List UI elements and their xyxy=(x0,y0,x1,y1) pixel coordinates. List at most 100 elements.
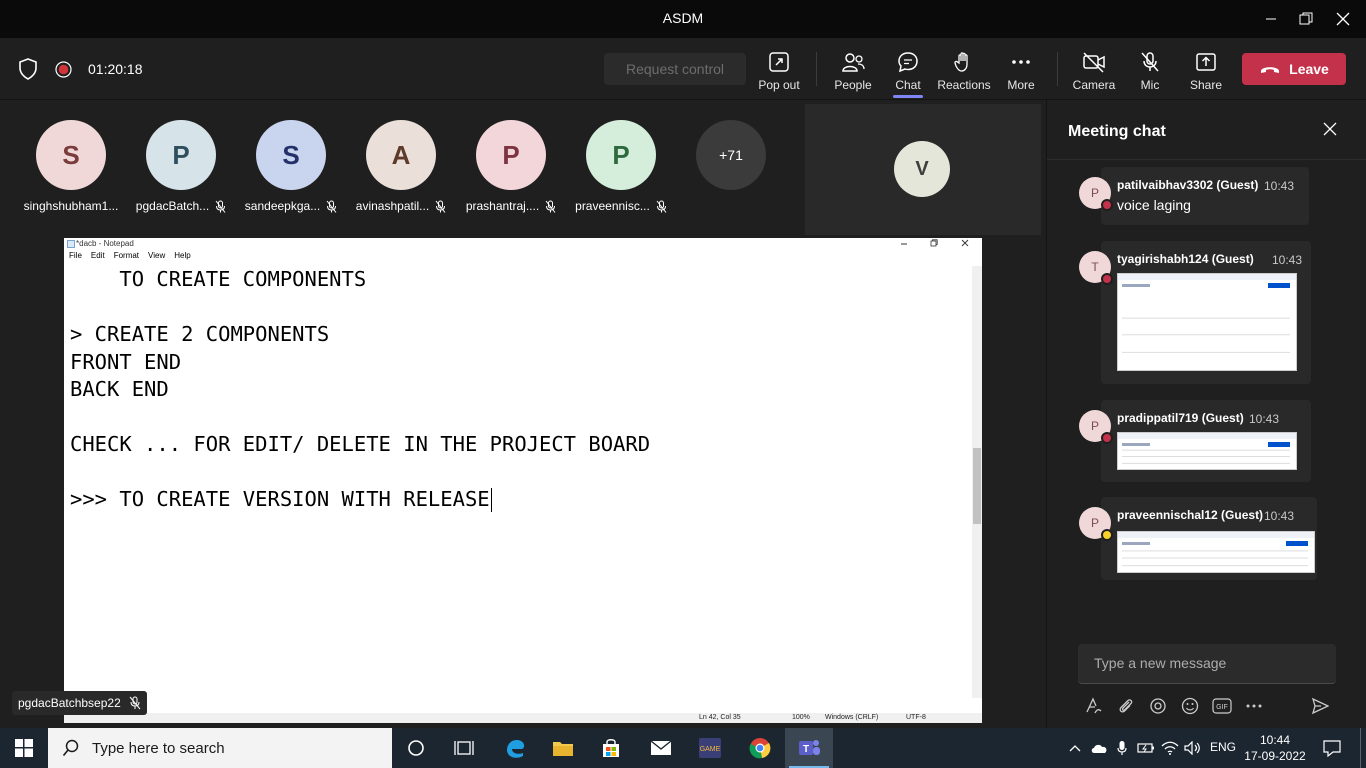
message-image[interactable] xyxy=(1117,531,1315,573)
notepad-menu-format: Format xyxy=(113,251,140,260)
notepad-line xyxy=(70,459,970,487)
camera-button[interactable]: Camera xyxy=(1066,38,1122,100)
message-image[interactable] xyxy=(1117,432,1297,470)
close-icon[interactable] xyxy=(1323,122,1337,136)
task-view-icon xyxy=(454,741,474,755)
chat-label: Chat xyxy=(895,78,921,92)
more-button[interactable]: More xyxy=(993,38,1049,100)
participant-name: singhshubham1... xyxy=(23,199,119,213)
store-app[interactable] xyxy=(587,728,635,768)
request-control-button[interactable]: Request control xyxy=(604,53,746,85)
meeting-timer: 01:20:18 xyxy=(88,61,143,77)
more-options-button[interactable] xyxy=(1243,695,1265,717)
cortana-button[interactable] xyxy=(392,728,440,768)
participant-name-row: pgdacBatch... xyxy=(129,199,233,213)
clock[interactable]: 10:44 17-09-2022 xyxy=(1244,732,1306,764)
edge-app[interactable] xyxy=(491,728,539,768)
teams-app[interactable]: T xyxy=(785,728,833,768)
windows-taskbar: Type here to search GAME T ENG 10:44 17-… xyxy=(0,728,1366,768)
participant-tile[interactable]: Ssandeepkga... xyxy=(239,120,343,213)
battery-tray[interactable] xyxy=(1136,738,1156,758)
participant-tile[interactable]: Ssinghshubham1... xyxy=(19,120,123,213)
onedrive-tray[interactable] xyxy=(1089,738,1109,758)
mic-button[interactable]: Mic xyxy=(1122,38,1178,100)
more-participants-button[interactable]: +71 xyxy=(696,120,766,190)
chat-title: Meeting chat xyxy=(1068,123,1166,140)
avatar: P xyxy=(476,120,546,190)
participant-tile[interactable]: Pprashantraj.... xyxy=(459,120,563,213)
mic-tray[interactable] xyxy=(1112,738,1132,758)
show-hidden-icons[interactable] xyxy=(1065,738,1085,758)
language-indicator[interactable]: ENG xyxy=(1210,740,1236,754)
message-sender: tyagirishabh124 (Guest) xyxy=(1117,252,1254,266)
wifi-tray[interactable] xyxy=(1160,738,1180,758)
pop-out-button[interactable]: Pop out xyxy=(751,38,807,100)
search-icon xyxy=(62,739,79,757)
gif-button[interactable]: GIF xyxy=(1211,695,1233,717)
notepad-scrollbar xyxy=(972,266,982,698)
cursor-position: Ln 42, Col 35 xyxy=(699,714,741,721)
chat-message[interactable]: patilvaibhav3302 (Guest) 10:43 voice lagin… xyxy=(1101,167,1309,225)
avatar: A xyxy=(366,120,436,190)
svg-text:GIF: GIF xyxy=(1216,704,1228,711)
cortana-icon xyxy=(408,740,424,756)
chat-button[interactable]: Chat xyxy=(880,38,936,100)
notifications-button[interactable] xyxy=(1322,738,1342,758)
emoji-button[interactable] xyxy=(1179,695,1201,717)
avatar: P xyxy=(586,120,656,190)
message-time: 10:43 xyxy=(1264,509,1295,523)
restore-icon xyxy=(1299,12,1313,25)
presence-status-icon xyxy=(1101,273,1113,285)
svg-text:T: T xyxy=(803,744,809,755)
participant-tile[interactable]: PpgdacBatch... xyxy=(129,120,233,213)
search-placeholder: Type here to search xyxy=(92,739,225,757)
clock-date: 17-09-2022 xyxy=(1244,749,1306,763)
task-view-button[interactable] xyxy=(440,728,488,768)
clock-time: 10:44 xyxy=(1259,733,1291,747)
participant-name-row: prashantraj.... xyxy=(459,199,563,213)
volume-tray[interactable] xyxy=(1183,738,1203,758)
chrome-app[interactable] xyxy=(736,728,784,768)
format-button[interactable] xyxy=(1083,695,1105,717)
shared-screen: *dacb - Notepad File Edit Format View Help T… xyxy=(64,238,982,723)
camera-off-icon xyxy=(1083,52,1105,73)
file-explorer-app[interactable] xyxy=(539,728,587,768)
close-window-button[interactable] xyxy=(1320,0,1366,38)
more-icon xyxy=(1246,704,1262,708)
participant-tile[interactable]: Aavinashpatil... xyxy=(349,120,453,213)
start-button[interactable] xyxy=(0,728,48,768)
attach-button[interactable] xyxy=(1115,695,1137,717)
message-image[interactable] xyxy=(1117,273,1297,371)
chat-message[interactable]: pradippatil719 (Guest) 10:43 xyxy=(1101,400,1311,482)
mic-off-icon xyxy=(1141,52,1159,72)
chat-message[interactable]: tyagirishabh124 (Guest) 10:43 xyxy=(1101,241,1311,384)
window-title: ASDM xyxy=(662,10,704,26)
people-button[interactable]: People xyxy=(825,38,881,100)
reactions-button[interactable]: Reactions xyxy=(936,38,992,100)
chat-message[interactable]: praveennischal12 (Guest) 10:43 xyxy=(1101,497,1317,580)
game-app[interactable]: GAME xyxy=(686,728,734,768)
notepad-title: *dacb - Notepad xyxy=(76,239,134,248)
scrollbar-thumb xyxy=(973,448,981,524)
format-icon xyxy=(1086,697,1102,714)
camera-label: Camera xyxy=(1072,78,1116,92)
send-button[interactable] xyxy=(1309,695,1331,717)
participant-video-tile[interactable]: V xyxy=(805,104,1041,235)
taskbar-search[interactable]: Type here to search xyxy=(48,728,392,768)
edge-icon xyxy=(507,740,525,758)
mic-off-icon xyxy=(545,200,556,213)
avatar: S xyxy=(36,120,106,190)
participant-tile[interactable]: Ppraveennisc... xyxy=(569,120,673,213)
notepad-menu-view: View xyxy=(148,251,166,260)
mail-app[interactable] xyxy=(637,728,685,768)
leave-button[interactable]: Leave xyxy=(1242,53,1346,85)
message-time: 10:43 xyxy=(1249,412,1280,426)
message-input[interactable]: Type a new message xyxy=(1078,644,1336,684)
message-time: 10:43 xyxy=(1272,253,1303,267)
share-button[interactable]: Share xyxy=(1178,38,1234,100)
loop-button[interactable] xyxy=(1147,695,1169,717)
participant-name-row: avinashpatil... xyxy=(349,199,453,213)
emoji-icon xyxy=(1181,697,1199,715)
teams-window: ASDM 01:20:18 Request control Pop out Pe… xyxy=(0,0,1366,768)
windows-logo-icon xyxy=(15,739,33,757)
